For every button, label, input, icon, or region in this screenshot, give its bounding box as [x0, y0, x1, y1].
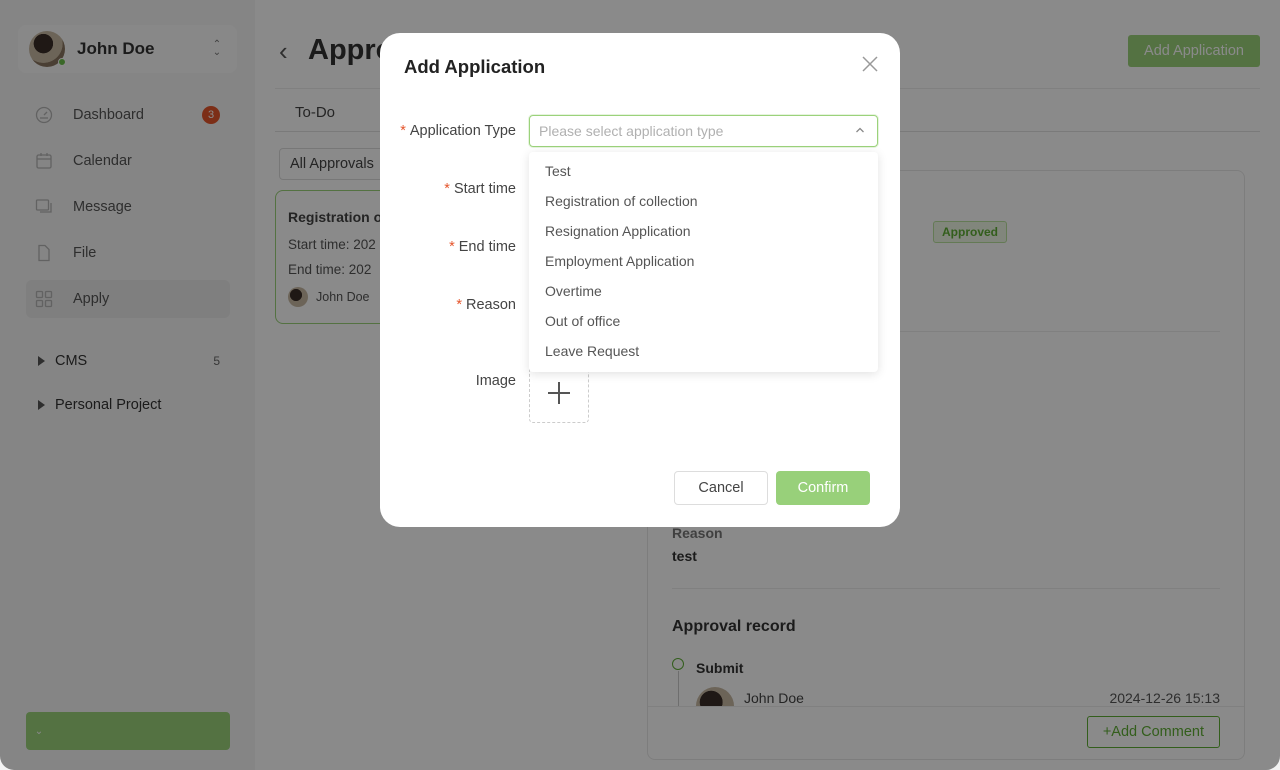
application-type-label: * Application Type	[400, 123, 516, 139]
label-text: Application Type	[409, 123, 516, 139]
dropdown-option[interactable]: Registration of collection	[529, 186, 878, 216]
dropdown-option[interactable]: Overtime	[529, 276, 878, 306]
image-upload[interactable]	[529, 363, 589, 423]
chevron-up-icon	[853, 123, 867, 137]
add-application-dialog: Add Application * Application Type Please…	[380, 33, 900, 527]
plus-icon	[548, 382, 570, 404]
required-marker: *	[444, 181, 450, 197]
reason-field-label: * Reason	[456, 297, 516, 313]
dropdown-option[interactable]: Leave Request	[529, 336, 878, 366]
required-marker: *	[449, 239, 455, 255]
label-text: Image	[475, 373, 516, 389]
dialog-title: Add Application	[404, 56, 546, 77]
dropdown-option[interactable]: Test	[529, 156, 878, 186]
start-time-label: * Start time	[444, 181, 516, 197]
end-time-label: * End time	[449, 239, 516, 255]
application-type-select[interactable]: Please select application type	[529, 115, 878, 147]
label-text: Start time	[453, 181, 516, 197]
dropdown-option[interactable]: Resignation Application	[529, 216, 878, 246]
application-type-dropdown: Test Registration of collection Resignat…	[529, 152, 878, 372]
close-icon[interactable]	[860, 54, 880, 74]
confirm-button[interactable]: Confirm	[776, 471, 870, 505]
required-marker: *	[400, 123, 406, 139]
dropdown-option[interactable]: Employment Application	[529, 246, 878, 276]
dropdown-option[interactable]: Out of office	[529, 306, 878, 336]
label-text: Reason	[466, 297, 516, 313]
select-placeholder: Please select application type	[539, 123, 724, 139]
label-text: End time	[458, 239, 516, 255]
image-label: Image	[476, 373, 516, 389]
cancel-button[interactable]: Cancel	[674, 471, 768, 505]
required-marker: *	[456, 297, 463, 313]
app-window: John Doe ⌃ ⌄ Dashboard 3 Calendar Messag…	[0, 0, 1280, 770]
